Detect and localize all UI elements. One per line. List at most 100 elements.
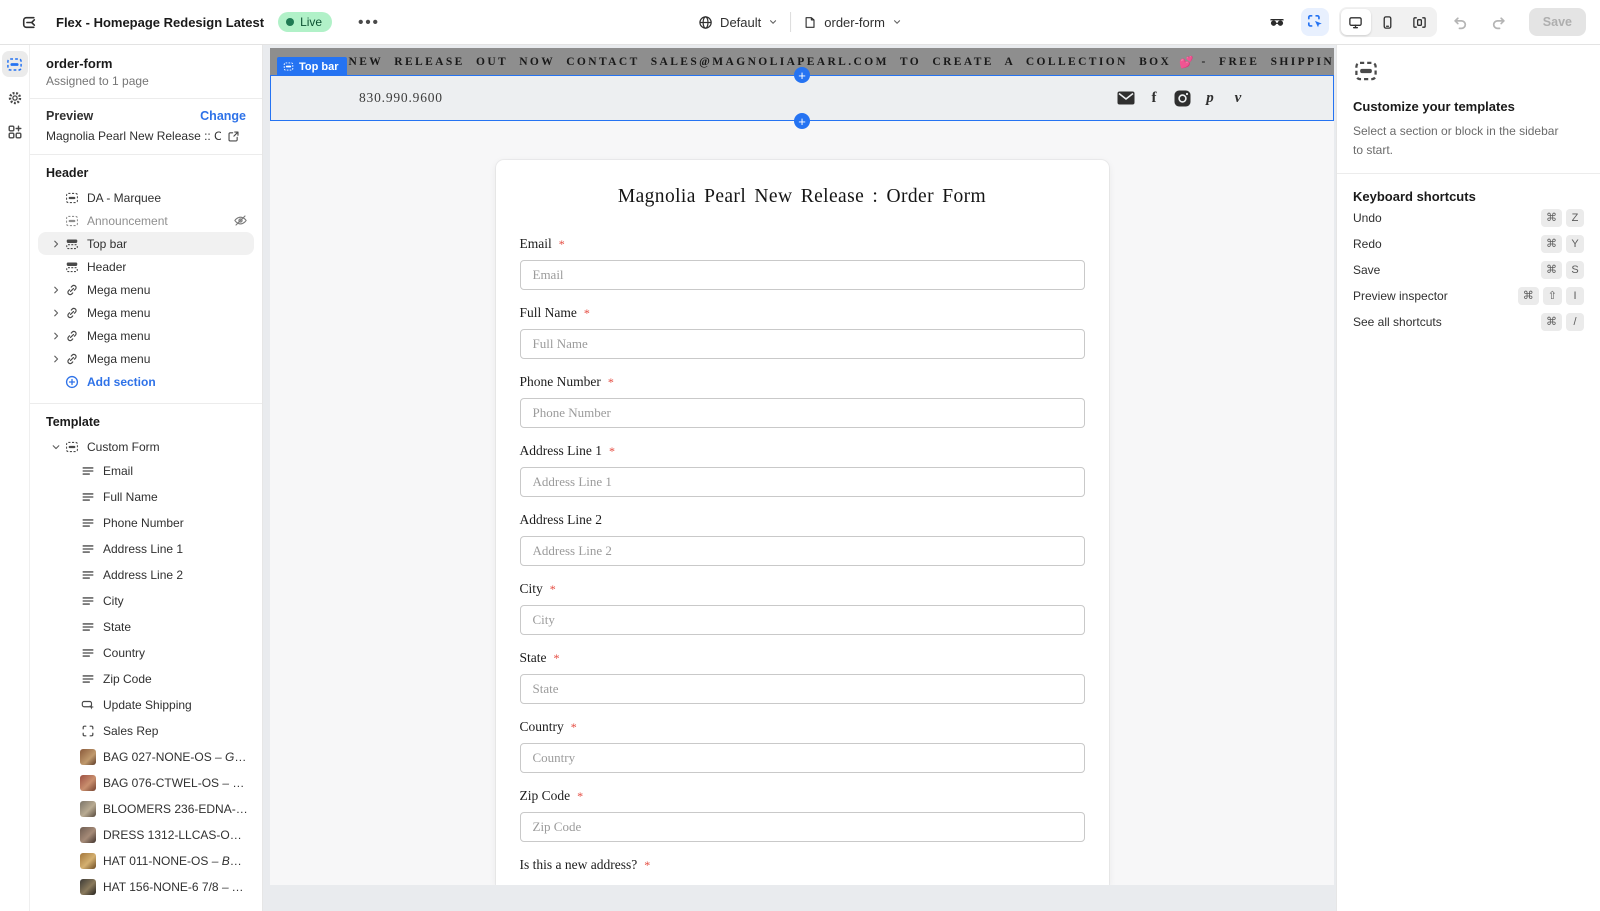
section-icon — [283, 61, 294, 72]
sidebar-item-mega-menu-1[interactable]: Mega menu — [38, 278, 254, 301]
globe-icon — [698, 15, 713, 30]
fullwidth-view-button[interactable] — [1405, 9, 1435, 35]
sidebar-item-header[interactable]: Header — [38, 255, 254, 278]
full-name-input[interactable] — [520, 329, 1085, 359]
required-asterisk: * — [644, 858, 650, 873]
block-product-hat-156[interactable]: HAT 156-NONE-6 7/8 – Artist Mari... — [38, 874, 254, 900]
exit-icon — [20, 14, 37, 31]
sidebar-item-custom-form[interactable]: Custom Form — [38, 435, 254, 458]
theme-settings-button[interactable] — [2, 85, 28, 111]
page-selector[interactable]: order-form — [803, 15, 902, 30]
section-badge[interactable]: Top bar — [277, 57, 347, 76]
app-embeds-button[interactable] — [2, 119, 28, 145]
field-email: Email* — [520, 236, 1085, 290]
panel-title: Customize your templates — [1353, 99, 1584, 114]
save-button[interactable]: Save — [1529, 8, 1586, 36]
block-address-line-2[interactable]: Address Line 2 — [38, 562, 254, 588]
chevron-down-icon[interactable] — [48, 442, 64, 452]
template-group: Template Custom Form Email Full Name Pho… — [30, 403, 262, 910]
block-full-name[interactable]: Full Name — [38, 484, 254, 510]
top-bar-section-selected[interactable]: Top bar + 830.990.9600 f p v + — [270, 75, 1334, 121]
plus-circle-icon — [64, 375, 80, 389]
state-input[interactable] — [520, 674, 1085, 704]
block-email[interactable]: Email — [38, 458, 254, 484]
block-country[interactable]: Country — [38, 640, 254, 666]
block-product-dress-1312[interactable]: DRESS 1312-LLCAS-OS – Vianney ... — [38, 822, 254, 848]
divider — [790, 12, 791, 32]
form-title: Magnolia Pearl New Release : Order Form — [520, 186, 1085, 208]
hidden-eye-icon[interactable] — [233, 213, 248, 228]
preview-page-name: Magnolia Pearl New Release :: Order... — [46, 129, 221, 143]
instagram-icon[interactable] — [1173, 89, 1191, 107]
new-address-question: Is this a new address?* — [520, 857, 1085, 873]
sidebar-item-da-marquee[interactable]: DA - Marquee — [38, 186, 254, 209]
exit-editor-button[interactable] — [14, 8, 42, 36]
change-preview-link[interactable]: Change — [200, 109, 246, 123]
city-input[interactable] — [520, 605, 1085, 635]
field-city: City* — [520, 581, 1085, 635]
more-actions-button[interactable]: ••• — [358, 14, 380, 31]
block-phone-number[interactable]: Phone Number — [38, 510, 254, 536]
product-thumbnail — [80, 853, 96, 869]
block-update-shipping[interactable]: Update Shipping — [38, 692, 254, 718]
country-input[interactable] — [520, 743, 1085, 773]
facebook-icon[interactable]: f — [1145, 89, 1163, 107]
chevron-right-icon[interactable] — [48, 331, 64, 341]
sidebar-item-mega-menu-2[interactable]: Mega menu — [38, 301, 254, 324]
zip-code-input[interactable] — [520, 812, 1085, 842]
add-section-button[interactable]: Add section — [38, 370, 254, 393]
chevron-right-icon[interactable] — [48, 308, 64, 318]
key-badge: ⌘ — [1541, 313, 1562, 331]
undo-icon — [1452, 14, 1469, 31]
sidebar-item-mega-menu-4[interactable]: Mega menu — [38, 347, 254, 370]
selection-cursor-icon — [1306, 13, 1324, 31]
block-zip-code[interactable]: Zip Code — [38, 666, 254, 692]
custom-block-icon — [80, 724, 96, 738]
link-icon — [64, 306, 80, 320]
text-block-icon — [80, 542, 96, 556]
pinterest-icon[interactable]: p — [1201, 89, 1219, 107]
section-frame-icon — [64, 237, 80, 251]
key-badge: ⇧ — [1543, 287, 1562, 305]
locale-selector[interactable]: Default — [698, 15, 778, 30]
field-zip-code: Zip Code* — [520, 788, 1085, 842]
block-sales-rep[interactable]: Sales Rep — [38, 718, 254, 744]
sidebar-item-mega-menu-3[interactable]: Mega menu — [38, 324, 254, 347]
section-frame-icon — [64, 260, 80, 274]
preview-canvas: ♥ NEW RELEASE OUT NOW CONTACT SALES@MAGN… — [263, 45, 1336, 911]
mobile-view-button[interactable] — [1373, 9, 1403, 35]
phone-number-input[interactable] — [520, 398, 1085, 428]
email-icon[interactable] — [1117, 89, 1135, 107]
undo-button[interactable] — [1447, 8, 1475, 36]
email-input[interactable] — [520, 260, 1085, 290]
block-product-bag-027[interactable]: BAG 027-NONE-OS – Goosey Arm... — [38, 744, 254, 770]
phone-link[interactable]: 830.990.9600 — [359, 90, 443, 106]
chevron-right-icon[interactable] — [48, 354, 64, 364]
desktop-view-button[interactable] — [1341, 9, 1371, 35]
block-product-bloomers-236[interactable]: BLOOMERS 236-EDNA-OS – Love ... — [38, 796, 254, 822]
vimeo-icon[interactable]: v — [1229, 89, 1247, 107]
block-state[interactable]: State — [38, 614, 254, 640]
block-address-line-1[interactable]: Address Line 1 — [38, 536, 254, 562]
chevron-right-icon[interactable] — [48, 285, 64, 295]
link-icon — [64, 329, 80, 343]
redo-button[interactable] — [1485, 8, 1513, 36]
chevron-right-icon[interactable] — [48, 239, 64, 249]
add-section-above-button[interactable]: + — [794, 67, 810, 83]
sections-panel-button[interactable] — [2, 51, 28, 77]
external-link-icon[interactable] — [227, 130, 240, 143]
chevron-down-icon — [892, 17, 902, 27]
desktop-icon — [1348, 15, 1363, 30]
block-city[interactable]: City — [38, 588, 254, 614]
select-preview-element-button[interactable] — [1301, 8, 1329, 36]
key-badge: ⌘ — [1541, 261, 1562, 279]
shortcuts-title: Keyboard shortcuts — [1353, 189, 1584, 204]
add-section-below-button[interactable]: + — [794, 113, 810, 129]
block-product-bag-076[interactable]: BAG 076-CTWEL-OS – Prairie Clov... — [38, 770, 254, 796]
address-line-2-input[interactable] — [520, 536, 1085, 566]
sidebar-item-top-bar[interactable]: Top bar — [38, 232, 254, 255]
preview-inspector-button[interactable] — [1263, 8, 1291, 36]
block-product-hat-011[interactable]: HAT 011-NONE-OS – Butterfly Appli... — [38, 848, 254, 874]
sidebar-item-announcement[interactable]: Announcement — [38, 209, 254, 232]
address-line-1-input[interactable] — [520, 467, 1085, 497]
